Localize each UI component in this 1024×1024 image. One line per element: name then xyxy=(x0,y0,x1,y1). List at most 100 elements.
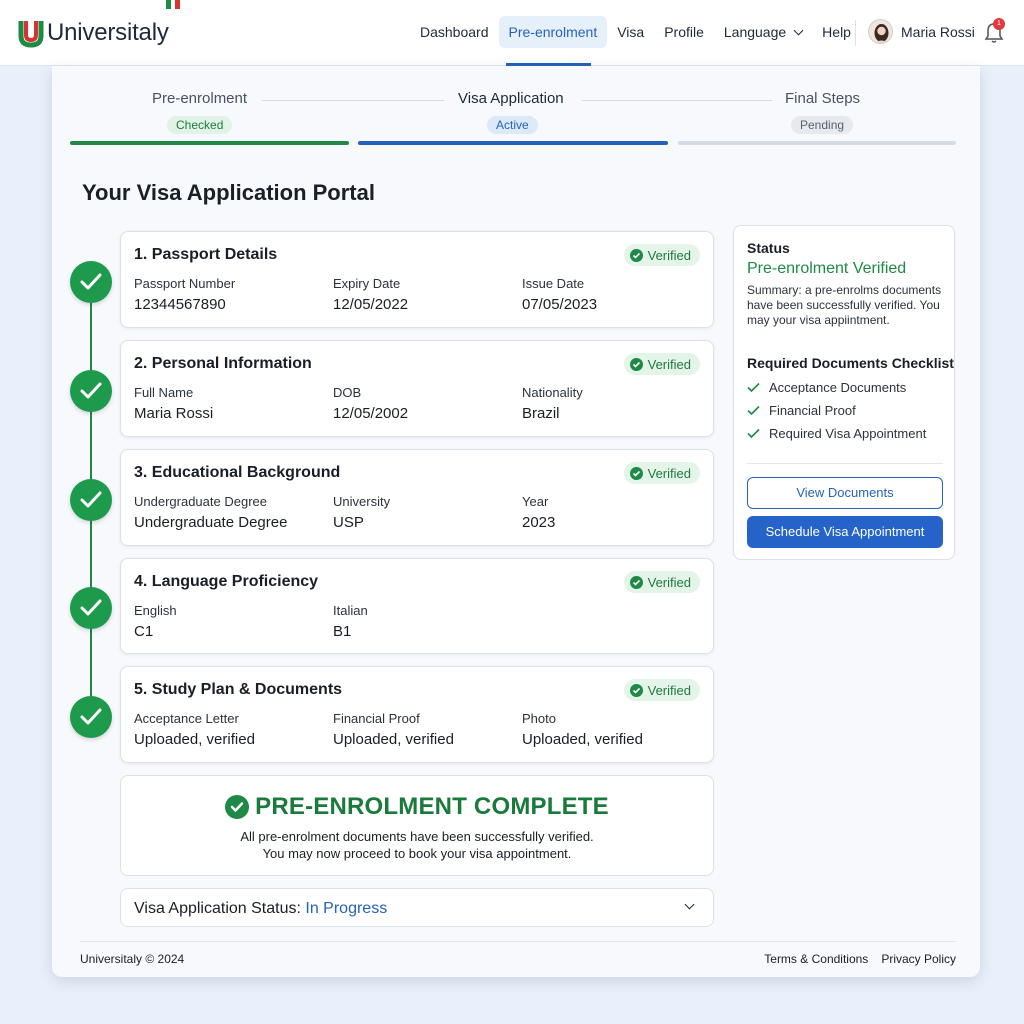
field-value: Undergraduate Degree xyxy=(134,514,288,531)
field-dob: DOB 12/05/2002 xyxy=(333,385,408,422)
field-nationality: Nationality Brazil xyxy=(522,385,583,422)
brand-logo[interactable]: Universitaly xyxy=(18,16,169,50)
nav-profile[interactable]: Profile xyxy=(654,16,714,48)
section-personal-information[interactable]: 2. Personal Information Verified Full Na… xyxy=(120,340,714,437)
field-value: Uploaded, verified xyxy=(134,731,255,748)
step-final-steps[interactable]: Final Steps xyxy=(785,90,860,108)
footer-divider xyxy=(80,941,956,942)
step-status-badge: Pending xyxy=(791,116,854,134)
field-photo: Photo Uploaded, verified xyxy=(522,711,643,748)
section-passport-details[interactable]: 1. Passport Details Verified Passport Nu… xyxy=(120,231,714,328)
field-label: Issue Date xyxy=(522,276,585,291)
step-label: Pre-enrolment xyxy=(152,90,248,107)
chevron-down-icon[interactable] xyxy=(684,899,695,910)
verified-label: Verified xyxy=(647,682,691,698)
field-full-name: Full Name Maria Rossi xyxy=(134,385,213,422)
terms-link[interactable]: Terms & Conditions xyxy=(764,952,868,966)
visa-status-text: Visa Application Status: In Progress xyxy=(134,900,387,918)
check-icon xyxy=(629,357,643,371)
field-label: Italian xyxy=(333,603,368,618)
top-navbar: Universitaly Dashboard Pre-enrolment Vis… xyxy=(0,0,1024,66)
section-title: 5. Study Plan & Documents xyxy=(134,681,343,698)
field-year: Year 2023 xyxy=(522,494,555,531)
verified-badge: Verified xyxy=(623,244,700,266)
section-study-plan-documents[interactable]: 5. Study Plan & Documents Verified Accep… xyxy=(120,666,714,763)
verified-badge: Verified xyxy=(623,571,700,593)
checklist-heading: Required Documents Checklist xyxy=(747,355,954,371)
verified-badge: Verified xyxy=(623,353,700,375)
check-circle-icon xyxy=(225,795,250,819)
user-name: Maria Rossi xyxy=(901,23,975,40)
field-financial-proof: Financial Proof Uploaded, verified xyxy=(333,711,454,748)
visa-status-value: In Progress xyxy=(305,900,388,917)
user-menu[interactable]: Maria Rossi xyxy=(868,19,975,44)
section-title: 2. Personal Information xyxy=(134,355,312,372)
step-progress-bar xyxy=(358,141,668,145)
field-expiry-date: Expiry Date 12/05/2022 xyxy=(333,276,408,313)
check-icon xyxy=(629,575,643,589)
pre-enrolment-complete-card: PRE-ENROLMENT COMPLETE All pre-enrolment… xyxy=(120,775,714,876)
field-label: Full Name xyxy=(134,385,194,400)
nav-language-dropdown[interactable]: Language xyxy=(714,16,812,48)
nav-dashboard[interactable]: Dashboard xyxy=(410,16,499,48)
check-icon xyxy=(629,683,643,697)
footer-copyright: Universitaly © 2024 xyxy=(80,952,185,966)
step-label: Final Steps xyxy=(785,90,861,107)
page-title: Your Visa Application Portal xyxy=(82,180,375,205)
complete-line-1: All pre-enrolment documents have been su… xyxy=(240,829,594,844)
check-circle-icon xyxy=(70,696,112,738)
step-visa-application[interactable]: Visa Application xyxy=(458,90,564,108)
stepper-connector xyxy=(262,100,444,101)
complete-message: All pre-enrolment documents have been su… xyxy=(121,828,713,862)
checkmark-icon xyxy=(747,428,760,439)
field-label: DOB xyxy=(333,385,362,400)
nav-language-label: Language xyxy=(723,24,787,40)
field-value: 07/05/2023 xyxy=(522,296,598,313)
status-value: Pre-enrolment Verified xyxy=(747,260,907,277)
stepper-connector xyxy=(582,100,772,101)
field-value: 12344567890 xyxy=(134,296,226,313)
verified-badge: Verified xyxy=(623,679,700,701)
schedule-visa-appointment-button[interactable]: Schedule Visa Appointment xyxy=(747,516,943,548)
check-circle-icon xyxy=(70,370,112,412)
checklist-item: Financial Proof xyxy=(747,403,856,418)
verified-badge: Verified xyxy=(623,462,700,484)
step-pre-enrolment[interactable]: Pre-enrolment xyxy=(152,90,247,108)
status-side-panel: Status Pre-enrolment Verified Summary: a… xyxy=(733,225,955,560)
field-value: C1 xyxy=(134,623,154,640)
check-icon xyxy=(629,466,643,480)
nav-visa[interactable]: Visa xyxy=(607,16,654,48)
field-italian: Italian B1 xyxy=(333,603,368,640)
footer-links: Terms & Conditions Privacy Policy xyxy=(751,952,956,966)
field-english: English C1 xyxy=(134,603,177,640)
checklist-label: Required Visa Appointment xyxy=(769,426,927,441)
nav-pre-enrolment[interactable]: Pre-enrolment xyxy=(498,16,608,48)
field-label: Year xyxy=(522,494,549,509)
field-value: Brazil xyxy=(522,405,560,422)
field-label: Photo xyxy=(522,711,556,726)
checklist-item: Required Visa Appointment xyxy=(747,426,926,441)
universitaly-logo-icon xyxy=(18,18,44,48)
main-nav: Dashboard Pre-enrolment Visa Profile Lan… xyxy=(410,16,861,48)
section-educational-background[interactable]: 3. Educational Background Verified Under… xyxy=(120,449,714,546)
field-label: Expiry Date xyxy=(333,276,401,291)
verified-label: Verified xyxy=(647,574,691,590)
section-language-proficiency[interactable]: 4. Language Proficiency Verified English… xyxy=(120,558,714,654)
verified-label: Verified xyxy=(647,247,691,263)
visa-status-accordion[interactable]: Visa Application Status: In Progress xyxy=(120,888,714,927)
verified-label: Verified xyxy=(647,465,691,481)
check-icon xyxy=(629,248,643,262)
field-issue-date: Issue Date 07/05/2023 xyxy=(522,276,597,313)
privacy-link[interactable]: Privacy Policy xyxy=(881,952,956,966)
avatar xyxy=(868,19,893,44)
status-heading: Status xyxy=(747,240,790,256)
view-documents-button[interactable]: View Documents xyxy=(747,477,943,509)
nav-help[interactable]: Help xyxy=(812,16,861,48)
italian-flag-icon xyxy=(166,0,181,9)
verified-label: Verified xyxy=(647,356,691,372)
check-circle-icon xyxy=(70,261,112,303)
field-university: University USP xyxy=(333,494,390,531)
section-title: 4. Language Proficiency xyxy=(134,573,319,590)
checklist-label: Financial Proof xyxy=(769,403,856,418)
field-label: Acceptance Letter xyxy=(134,711,239,726)
